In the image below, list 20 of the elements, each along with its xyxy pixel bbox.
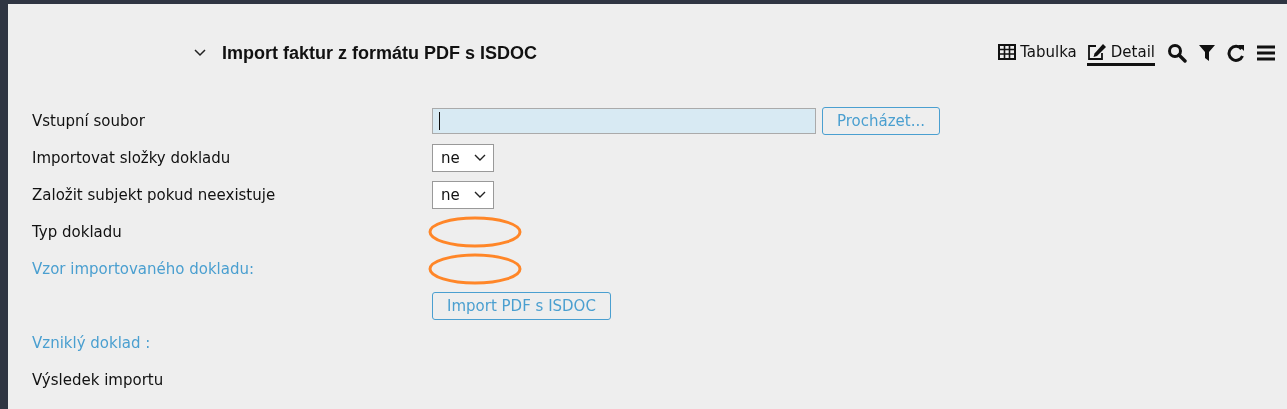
- field-label: Vstupní soubor: [32, 112, 145, 130]
- field-label: Výsledek importu: [32, 371, 164, 389]
- field-label: Typ dokladu: [32, 223, 122, 241]
- select-dropdown[interactable]: ne: [432, 143, 494, 172]
- view-tab[interactable]: Tabulka: [998, 40, 1077, 66]
- chevron-down-icon: [473, 153, 486, 162]
- select-dropdown[interactable]: ne: [432, 180, 494, 209]
- menu-icon[interactable]: [1257, 45, 1275, 61]
- chevron-down-icon: [473, 190, 486, 199]
- view-tab[interactable]: Detail: [1086, 40, 1155, 66]
- table-icon: [998, 44, 1017, 60]
- field-label: Založit subjekt pokud neexistuje: [32, 186, 276, 204]
- page-title: Import faktur z formátu PDF s ISDOC: [222, 42, 538, 64]
- field-label: Importovat složky dokladu: [32, 149, 231, 167]
- collapse-icon[interactable]: [194, 49, 206, 57]
- refresh-icon[interactable]: [1227, 44, 1245, 62]
- edit-icon: [1086, 43, 1107, 61]
- search-icon[interactable]: [1167, 43, 1187, 63]
- file-input-field[interactable]: [432, 107, 816, 134]
- filter-icon[interactable]: [1199, 44, 1215, 62]
